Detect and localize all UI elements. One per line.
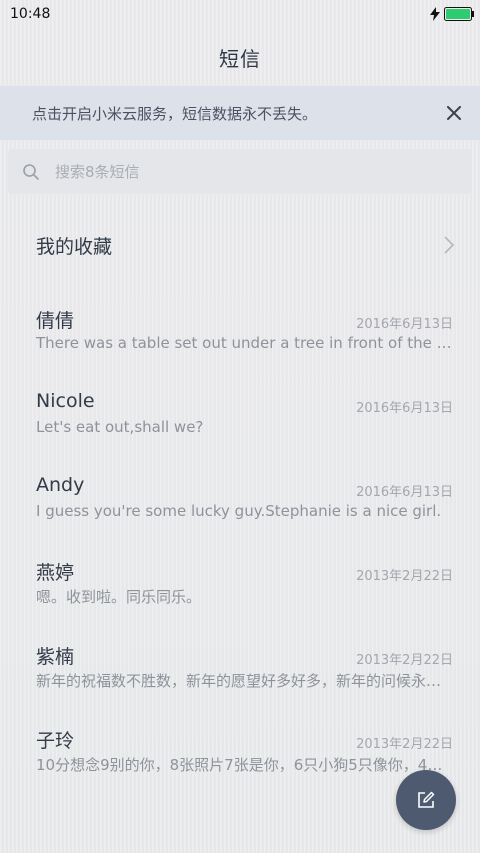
search-bar[interactable] bbox=[8, 149, 472, 194]
message-sender: 燕婷 bbox=[36, 562, 75, 584]
message-preview: 嗯。收到啦。同乐同乐。 bbox=[36, 588, 202, 606]
message-date: 2013年2月22日 bbox=[356, 569, 453, 584]
chevron-right-icon bbox=[444, 236, 454, 254]
search-input[interactable] bbox=[53, 161, 437, 182]
message-date: 2013年2月22日 bbox=[356, 653, 453, 668]
message-preview: Let's eat out,shall we? bbox=[36, 418, 204, 436]
battery-icon bbox=[444, 7, 474, 21]
message-preview: 10分想念9别的你，8张照片7张是你，6只小狗5只像你，4季思念 bbox=[36, 756, 452, 774]
page-title: 短信 bbox=[219, 46, 261, 71]
message-sender: Nicole bbox=[36, 390, 95, 412]
message-date: 2016年6月13日 bbox=[356, 401, 453, 416]
message-preview: 新年的祝福数不胜数，新年的愿望好多好多，新年的问候永远不够 bbox=[36, 672, 452, 690]
close-icon bbox=[447, 106, 461, 120]
message-list: 倩倩 2016年6月13日 There was a table set out … bbox=[0, 292, 480, 796]
message-item[interactable]: Andy 2016年6月13日 I guess you're some luck… bbox=[0, 460, 480, 544]
banner-close-button[interactable] bbox=[442, 101, 466, 125]
message-item[interactable]: 倩倩 2016年6月13日 There was a table set out … bbox=[0, 292, 480, 376]
charging-bolt-icon bbox=[430, 7, 440, 21]
favorites-label: 我的收藏 bbox=[36, 235, 113, 258]
message-sender: Andy bbox=[36, 474, 85, 496]
favorites-row[interactable]: 我的收藏 bbox=[0, 214, 480, 276]
message-item[interactable]: 紫楠 2013年2月22日 新年的祝福数不胜数，新年的愿望好多好多，新年的问候永… bbox=[0, 628, 480, 712]
compose-icon bbox=[418, 791, 435, 808]
message-preview: There was a table set out under a tree i… bbox=[36, 334, 452, 352]
status-indicators bbox=[430, 6, 474, 22]
message-date: 2016年6月13日 bbox=[356, 485, 453, 500]
message-date: 2013年2月22日 bbox=[356, 737, 453, 752]
message-item[interactable]: 燕婷 2013年2月22日 嗯。收到啦。同乐同乐。 bbox=[0, 544, 480, 628]
search-icon bbox=[23, 163, 39, 180]
status-bar: 10:48 bbox=[0, 0, 480, 28]
message-preview: I guess you're some lucky guy.Stephanie … bbox=[36, 502, 442, 520]
status-time: 10:48 bbox=[10, 6, 51, 22]
message-sender: 子玲 bbox=[36, 730, 75, 752]
message-sender: 倩倩 bbox=[36, 310, 75, 332]
message-sender: 紫楠 bbox=[36, 646, 75, 668]
message-item[interactable]: Nicole 2016年6月13日 Let's eat out,shall we… bbox=[0, 376, 480, 460]
cloud-banner[interactable]: 点击开启小米云服务，短信数据永不丢失。 bbox=[0, 86, 480, 140]
header: 短信 bbox=[0, 28, 480, 86]
message-date: 2016年6月13日 bbox=[356, 317, 453, 332]
compose-button[interactable] bbox=[396, 770, 456, 830]
cloud-banner-text: 点击开启小米云服务，短信数据永不丢失。 bbox=[32, 104, 318, 123]
